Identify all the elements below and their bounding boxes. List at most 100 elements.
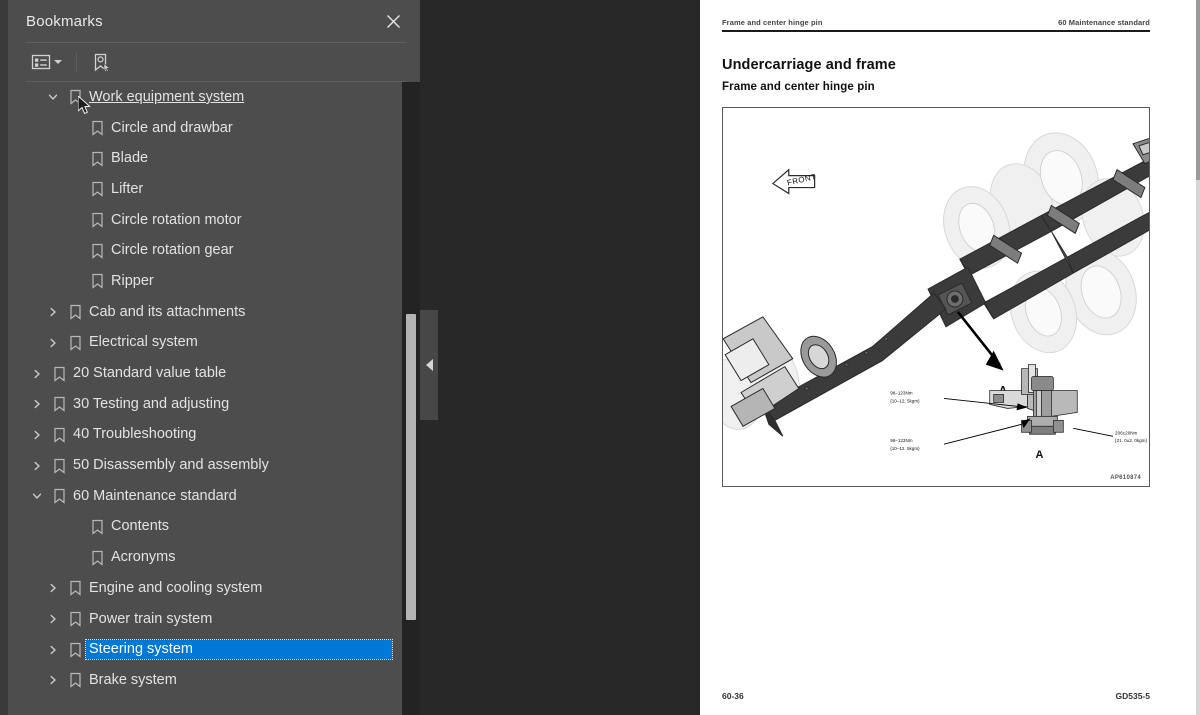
chevron-right-icon[interactable] (47, 306, 59, 318)
bookmark-item-label: Power train system (89, 610, 213, 627)
chevron-right-icon[interactable] (31, 368, 43, 380)
twisty-toggle[interactable] (26, 490, 48, 502)
bookmark-tree-item[interactable]: Ripper (8, 266, 402, 297)
bookmark-tree-item[interactable]: 20 Standard value table (8, 358, 402, 389)
twisty-toggle[interactable] (42, 582, 64, 594)
torque-2-line1: 98–123Nm (890, 438, 913, 443)
bookmark-icon (69, 335, 81, 351)
bookmark-icon-wrap (86, 181, 108, 198)
chevron-right-icon[interactable] (47, 674, 59, 686)
twisty-toggle[interactable] (26, 398, 48, 410)
bookmark-icon (91, 182, 103, 198)
bookmark-item-label: 40 Troubleshooting (73, 426, 197, 443)
chevron-right-icon[interactable] (31, 398, 43, 410)
twisty-toggle[interactable] (42, 674, 64, 686)
page-title: Undercarriage and frame (722, 57, 896, 73)
chevron-right-icon[interactable] (47, 613, 59, 625)
bookmark-tree-item[interactable]: Engine and cooling system (8, 573, 402, 604)
chevron-right-icon[interactable] (31, 429, 43, 441)
bookmark-icon (91, 550, 103, 566)
chevron-right-icon[interactable] (47, 644, 59, 656)
bookmark-tree-item[interactable]: Circle and drawbar (8, 113, 402, 144)
bookmark-tree-item[interactable]: Lifter (8, 174, 402, 205)
bookmark-icon (53, 427, 65, 443)
bookmark-icon-wrap (64, 335, 86, 351)
bookmark-tree-item[interactable]: Contents (8, 512, 402, 543)
toolbar-divider (76, 52, 77, 72)
bookmark-icon-wrap (86, 243, 108, 259)
bookmarks-scrollbar-thumb[interactable] (406, 314, 416, 620)
twisty-toggle[interactable] (42, 306, 64, 318)
torque-annotation-1: 98–123Nm {10–12. 5kgm} (890, 390, 920, 403)
panel-collapse-handle[interactable] (420, 310, 438, 420)
bookmark-tree-item[interactable]: 40 Troubleshooting (8, 420, 402, 451)
chevron-down-icon[interactable] (31, 490, 43, 502)
bookmark-tree-item[interactable]: 60 Maintenance standard (8, 481, 402, 512)
bookmark-tree-item[interactable]: Power train system (8, 604, 402, 635)
bookmark-tree-item[interactable]: Work equipment system (8, 82, 402, 113)
bookmark-item-label: Engine and cooling system (89, 579, 263, 596)
twisty-toggle[interactable] (42, 644, 64, 656)
pdf-viewer-window: Bookmarks Work equipment system Circle a… (0, 0, 1200, 715)
figure-frame: FRONT A (722, 107, 1150, 487)
bookmark-icon-wrap (48, 396, 70, 412)
bookmark-icon-wrap (86, 550, 108, 566)
header-left-text: Frame and center hinge pin (722, 18, 823, 27)
torque-1-line1: 98–123Nm (890, 390, 913, 395)
bookmark-tree-item[interactable]: Cab and its attachments (8, 297, 402, 328)
callout-a-main: A (956, 311, 1008, 397)
bookmark-icon-wrap (86, 212, 108, 228)
twisty-toggle[interactable] (42, 613, 64, 625)
page-subtitle: Frame and center hinge pin (722, 81, 875, 93)
twisty-toggle[interactable] (26, 368, 48, 380)
viewer-scrollbar[interactable] (1196, 0, 1200, 715)
torque-3-line2: {21. 0±2. 0kgm} (1115, 438, 1147, 443)
bookmark-item-label: Steering system (85, 639, 393, 661)
bookmark-icon (53, 458, 65, 474)
chevron-right-icon[interactable] (47, 582, 59, 594)
bookmark-tree-item[interactable]: Brake system (8, 665, 402, 696)
twisty-toggle[interactable] (26, 460, 48, 472)
bookmark-tree-item[interactable]: Acronyms (8, 542, 402, 573)
bookmarks-tree: Work equipment system Circle and drawbar B… (8, 82, 402, 715)
bookmark-tree-item[interactable]: 50 Disassembly and assembly (8, 450, 402, 481)
chevron-right-icon[interactable] (47, 337, 59, 349)
bookmark-item-label: Contents (111, 518, 170, 535)
twisty-toggle[interactable] (42, 337, 64, 349)
bookmark-tree-item[interactable]: Steering system (8, 634, 402, 665)
bookmark-item-label: Work equipment system (89, 88, 245, 105)
bookmark-item-label: Brake system (89, 671, 177, 688)
bookmark-tree-item[interactable]: Circle rotation gear (8, 235, 402, 266)
bookmark-tree-item[interactable]: Blade (8, 143, 402, 174)
chevron-down-icon[interactable] (54, 60, 62, 64)
bookmark-tree-item[interactable]: Electrical system (8, 328, 402, 359)
bookmark-icon (53, 489, 65, 505)
panel-title: Bookmarks (26, 12, 103, 30)
chevron-down-icon[interactable] (47, 91, 59, 103)
bookmark-tree-item[interactable]: 30 Testing and adjusting (8, 389, 402, 420)
bookmark-item-label: Lifter (111, 180, 144, 197)
bookmark-icon-wrap (48, 458, 70, 474)
bookmarks-scrollbar[interactable] (402, 82, 420, 715)
bookmark-icon (91, 519, 103, 535)
bookmark-icon (69, 581, 81, 597)
callout-a-detail-label: A (1035, 449, 1043, 461)
bookmark-icon (91, 274, 103, 290)
bookmark-icon-wrap (64, 672, 86, 689)
twisty-toggle[interactable] (42, 91, 64, 103)
header-rule (722, 30, 1150, 32)
chevron-right-icon[interactable] (31, 460, 43, 472)
bookmark-icon-wrap (48, 488, 70, 505)
new-bookmark-icon[interactable] (88, 49, 115, 75)
bookmark-item-label: Cab and its attachments (89, 303, 246, 320)
viewer-scrollbar-thumb[interactable] (1196, 0, 1200, 180)
bookmark-item-label: 30 Testing and adjusting (73, 395, 230, 412)
bookmark-icon-wrap (86, 120, 108, 136)
close-icon[interactable] (380, 8, 406, 34)
bookmark-icon (69, 673, 81, 689)
bookmark-item-label: Circle rotation motor (111, 211, 242, 228)
bookmark-tree-item[interactable]: Circle rotation motor (8, 205, 402, 236)
list-options-icon[interactable] (28, 49, 65, 75)
bookmark-icon (91, 151, 103, 167)
twisty-toggle[interactable] (26, 429, 48, 441)
